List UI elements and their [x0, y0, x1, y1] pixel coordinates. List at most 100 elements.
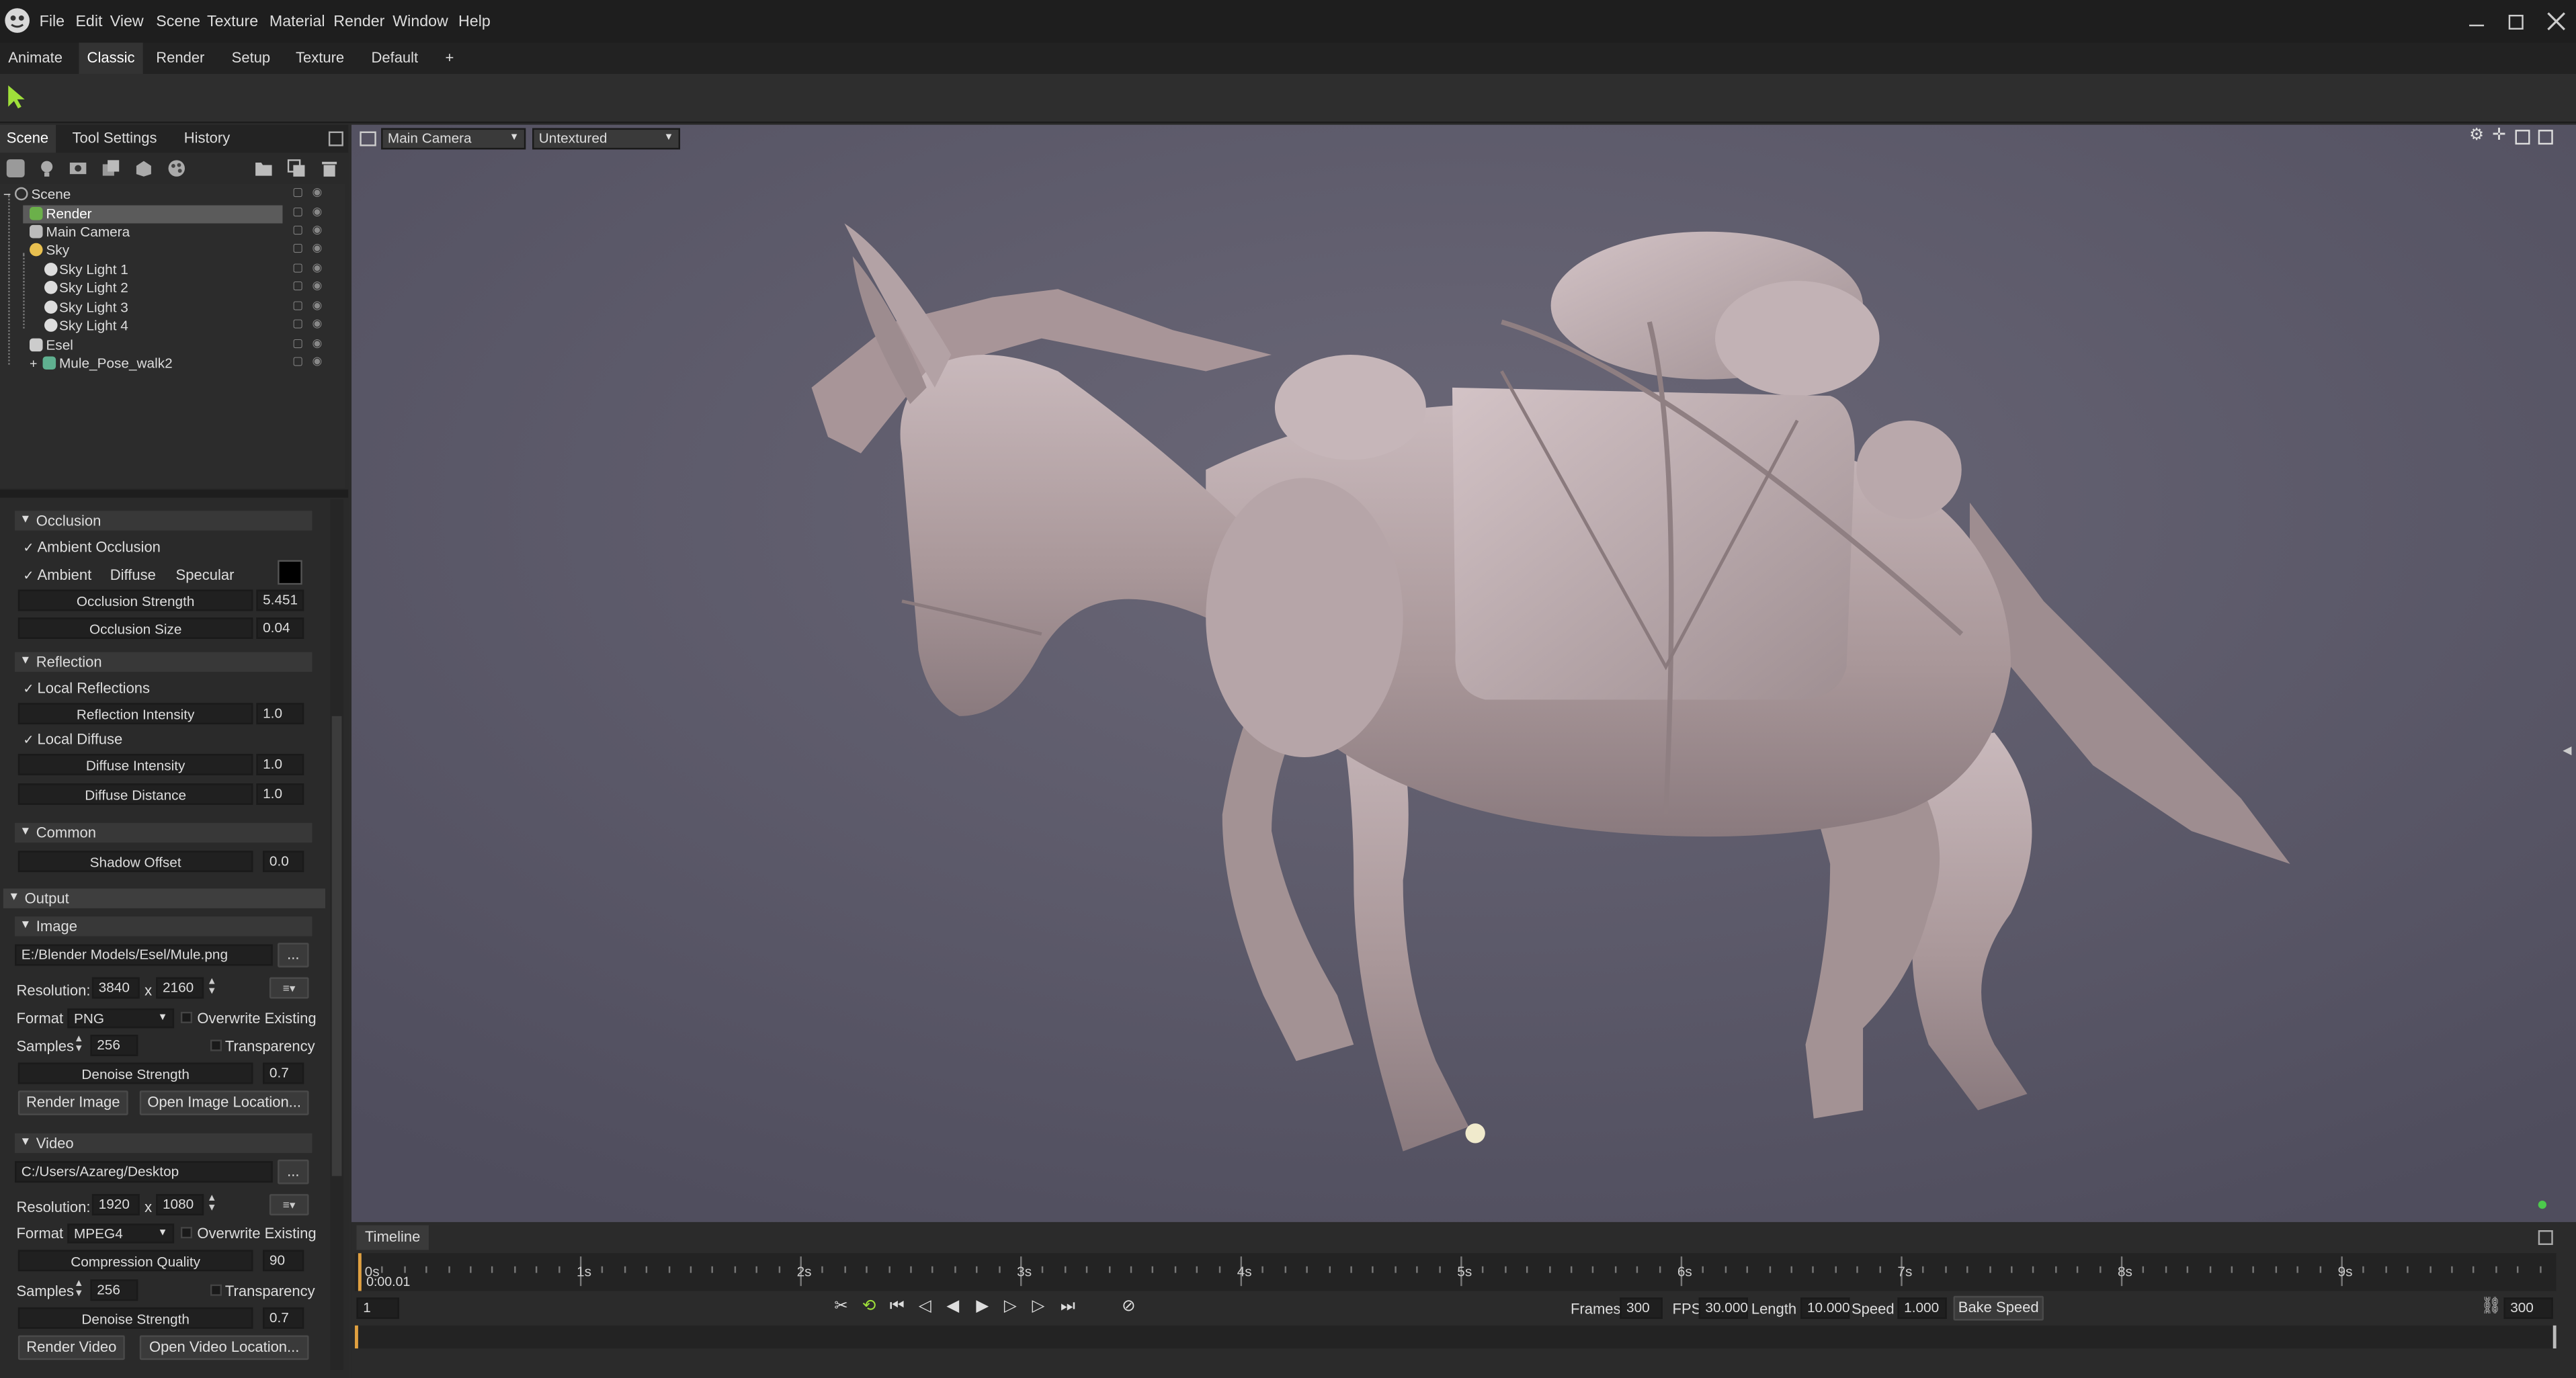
diffuse-distance-slider[interactable]: Diffuse Distance — [17, 783, 253, 805]
speed-value[interactable]: 1.000 — [1897, 1297, 1947, 1320]
bake-speed-button[interactable]: Bake Speed — [1953, 1295, 2044, 1321]
reflection-intensity-slider[interactable]: Reflection Intensity — [17, 703, 253, 725]
video-res-spinner-icon[interactable]: ▲ ▼ — [207, 1194, 220, 1215]
scrub-start-marker[interactable] — [355, 1325, 358, 1349]
local-reflections-checkbox[interactable]: ✓ Local Reflections — [23, 679, 150, 698]
material-icon[interactable] — [167, 159, 185, 177]
render-video-button[interactable]: Render Video — [17, 1335, 125, 1361]
lock-icon[interactable]: ▢ — [292, 263, 306, 276]
image-transparency-checkbox[interactable] — [210, 1039, 222, 1051]
compression-quality-value[interactable]: 90 — [263, 1250, 304, 1272]
image-denoise-slider[interactable]: Denoise Strength — [17, 1062, 253, 1084]
timeline-ruler[interactable]: 0s 1s 2s 3s 4s 5s 6s 7s 8s 9s 0:00.01 — [355, 1253, 2557, 1291]
collapse-icon[interactable]: − — [3, 185, 11, 204]
shading-select[interactable]: Untextured ▼ — [532, 128, 681, 150]
occlusion-strength-slider[interactable]: Occlusion Strength — [17, 589, 253, 611]
select-tool-icon[interactable] — [7, 84, 26, 110]
menu-view[interactable]: View — [110, 13, 144, 32]
tab-setup[interactable]: Setup — [223, 43, 278, 74]
image-samples-value[interactable]: 256 — [90, 1035, 138, 1056]
loop-icon[interactable]: ⟲ — [859, 1297, 878, 1317]
duplicate-icon[interactable] — [287, 159, 306, 177]
folder-icon[interactable] — [255, 159, 273, 177]
diffuse-checkbox[interactable]: Diffuse — [110, 565, 156, 585]
expand-icon[interactable]: + — [30, 355, 37, 373]
visibility-icon[interactable]: ◉ — [312, 187, 325, 201]
menu-texture[interactable]: Texture — [207, 13, 258, 32]
camera-select[interactable]: Main Camera ▼ — [381, 128, 526, 150]
image-path-field[interactable]: E:/Blender Models/Esel/Mule.png — [15, 944, 273, 966]
3d-viewport[interactable] — [351, 124, 2576, 1222]
fps-value[interactable]: 30.000 — [1698, 1297, 1748, 1320]
video-overwrite-checkbox[interactable] — [180, 1227, 193, 1239]
tree-item-sky-light-3[interactable]: Sky Light 3 ▢ ◉ — [0, 299, 329, 317]
tab-default[interactable]: Default — [363, 43, 426, 74]
video-format-select[interactable]: MPEG4 ▼ — [67, 1223, 175, 1244]
add-object-icon[interactable] — [6, 159, 25, 178]
menu-material[interactable]: Material — [269, 13, 325, 32]
timeline-tab[interactable]: Timeline — [356, 1225, 429, 1250]
length-value[interactable]: 10.000 — [1800, 1297, 1850, 1320]
common-header[interactable]: ▼ Common — [15, 822, 313, 843]
image-header[interactable]: ▼ Image — [15, 916, 313, 937]
tab-tool-settings[interactable]: Tool Settings — [66, 125, 164, 153]
play-icon[interactable]: ▶ — [972, 1297, 992, 1317]
lock-icon[interactable]: ▢ — [292, 300, 306, 314]
occlusion-size-value[interactable]: 0.04 — [256, 617, 304, 639]
previous-frame-icon[interactable]: ◀ — [943, 1297, 962, 1317]
occlusion-color-swatch[interactable] — [278, 560, 302, 585]
visibility-icon[interactable]: ◉ — [312, 300, 325, 314]
lock-icon[interactable]: ▢ — [292, 318, 306, 332]
lock-icon[interactable]: ▢ — [292, 339, 306, 352]
viewport-settings-icon[interactable]: ⚙ — [2469, 127, 2485, 144]
popout-icon[interactable] — [328, 131, 343, 146]
timeline-popout-icon[interactable] — [2538, 1230, 2553, 1246]
tree-item-main-camera[interactable]: Main Camera ▢ ◉ — [0, 223, 329, 241]
visibility-icon[interactable]: ◉ — [312, 243, 325, 257]
occlusion-size-slider[interactable]: Occlusion Size — [17, 617, 253, 639]
properties-scrollbar[interactable] — [330, 499, 343, 1370]
video-samples-value[interactable]: 256 — [90, 1279, 138, 1301]
lock-icon[interactable]: ▢ — [292, 356, 306, 370]
visibility-icon[interactable]: ◉ — [312, 225, 325, 239]
previous-key-icon[interactable]: ◁ — [915, 1297, 935, 1317]
specular-checkbox[interactable]: Specular — [176, 565, 235, 585]
record-icon[interactable]: ⊘ — [1119, 1297, 1138, 1317]
visibility-icon[interactable]: ◉ — [312, 263, 325, 276]
scrub-end-marker[interactable] — [2552, 1325, 2557, 1349]
restore-icon[interactable] — [2508, 15, 2524, 30]
tree-item-render[interactable]: Render — [23, 205, 283, 224]
viewport-menu-icon[interactable] — [360, 131, 376, 146]
tab-render[interactable]: Render — [148, 43, 213, 74]
video-path-field[interactable]: C:/Users/Azareg/Desktop — [15, 1161, 273, 1183]
image-format-select[interactable]: PNG ▼ — [67, 1008, 175, 1029]
lock-icon[interactable]: ▢ — [292, 243, 306, 257]
cut-icon[interactable]: ✂ — [831, 1297, 851, 1317]
add-light-icon[interactable] — [38, 159, 56, 177]
image-overwrite-checkbox[interactable] — [180, 1011, 193, 1023]
add-camera-icon[interactable] — [69, 159, 87, 177]
tree-item-sky-light-4[interactable]: Sky Light 4 ▢ ◉ — [0, 317, 329, 335]
visibility-icon[interactable]: ◉ — [312, 207, 325, 220]
occlusion-header[interactable]: ▼ Occlusion — [15, 511, 313, 531]
image-denoise-value[interactable]: 0.7 — [263, 1062, 304, 1084]
output-header[interactable]: ▼ Output — [3, 888, 326, 908]
menu-render[interactable]: Render — [333, 13, 384, 32]
image-browse-button[interactable]: ... — [278, 943, 309, 967]
scrollbar-thumb[interactable] — [331, 716, 342, 1176]
diffuse-distance-value[interactable]: 1.0 — [256, 783, 304, 805]
add-tab-button[interactable]: + — [437, 43, 462, 74]
tree-item-mule[interactable]: + Mule_Pose_walk2 ▢ ◉ — [0, 355, 329, 373]
video-res-height[interactable]: 1080 — [156, 1194, 204, 1216]
video-res-width[interactable]: 1920 — [91, 1194, 140, 1216]
tab-classic[interactable]: Classic — [79, 42, 143, 75]
video-preset-menu[interactable]: ≡▾ — [269, 1194, 309, 1216]
samples-spinner-icon[interactable]: ▲ ▼ — [74, 1035, 87, 1056]
delete-icon[interactable] — [321, 159, 339, 177]
go-to-start-icon[interactable]: ⏮ — [887, 1297, 907, 1317]
open-image-location-button[interactable]: Open Image Location... — [139, 1090, 309, 1115]
diffuse-intensity-slider[interactable]: Diffuse Intensity — [17, 754, 253, 775]
image-preset-menu[interactable]: ≡▾ — [269, 977, 309, 999]
link-icon[interactable]: ⛓ — [2481, 1297, 2501, 1317]
playhead[interactable] — [358, 1253, 362, 1291]
